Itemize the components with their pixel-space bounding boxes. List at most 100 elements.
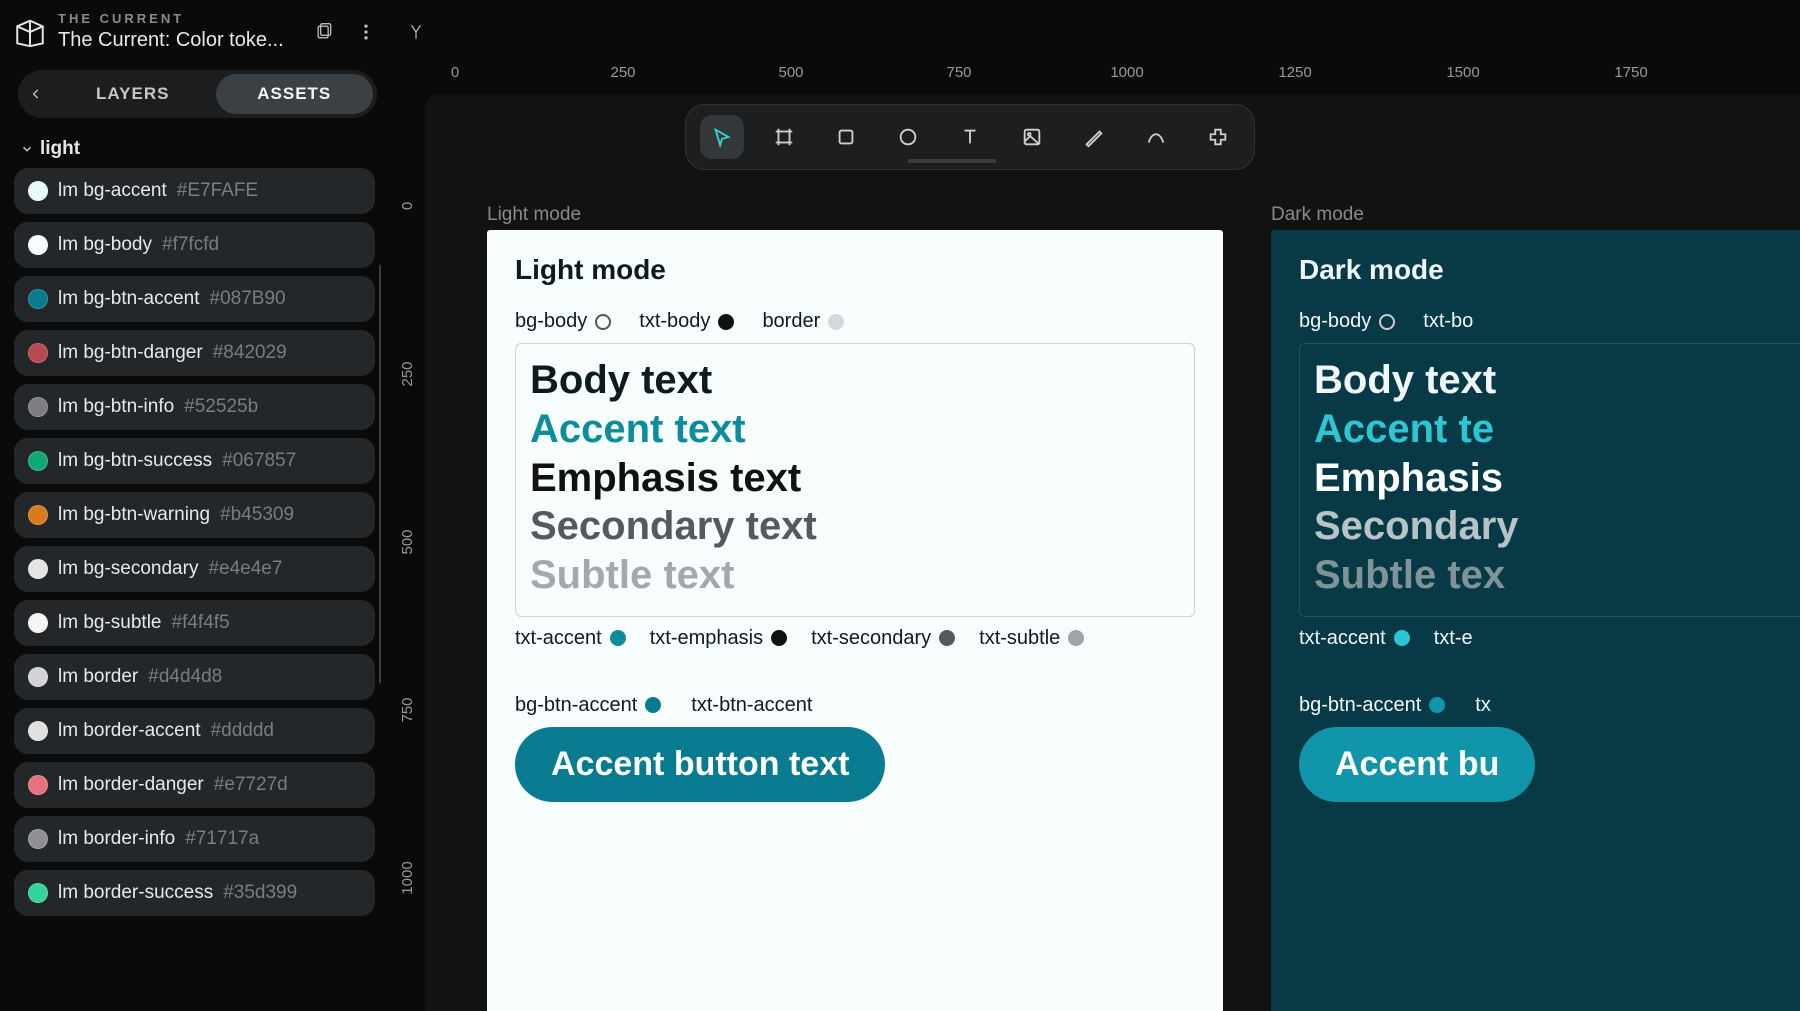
legend-txt-secondary: txt-secondary	[811, 627, 931, 650]
curve-tool[interactable]	[1134, 115, 1178, 159]
text-sample-box: Body text Accent text Emphasis text Seco…	[515, 343, 1195, 617]
swatch-icon	[828, 314, 844, 330]
ellipse-tool[interactable]	[886, 115, 930, 159]
asset-name: lm bg-btn-accent	[58, 288, 200, 310]
color-swatch-icon	[28, 289, 48, 309]
accent-button-sample: Accent button text	[515, 727, 885, 802]
asset-row[interactable]: lm bg-btn-accent#087B90	[14, 276, 375, 322]
ruler-tick: 500	[399, 529, 416, 554]
duplicate-icon[interactable]	[312, 20, 336, 44]
asset-hex: #ddddd	[211, 720, 274, 742]
tab-layers[interactable]: LAYERS	[54, 74, 212, 114]
canvas[interactable]: Light mode Dark mode Light mode bg-body …	[425, 94, 1800, 1011]
asset-row[interactable]: lm bg-secondary#e4e4e7	[14, 546, 375, 592]
swatch-icon	[595, 314, 611, 330]
pen-tool[interactable]	[1072, 115, 1116, 159]
asset-row[interactable]: lm bg-btn-info #52525b	[14, 384, 375, 430]
sample-accent: Accent text	[530, 405, 1180, 454]
asset-hex: #52525b	[184, 396, 258, 418]
asset-name: lm bg-btn-info	[58, 396, 174, 418]
color-swatch-icon	[28, 235, 48, 255]
tabs-back-icon[interactable]	[22, 87, 50, 101]
swatch-icon	[1068, 630, 1084, 646]
ruler-tick: 750	[399, 697, 416, 722]
sample-body: Body text	[530, 356, 1180, 405]
legend-bg-btn-accent: bg-btn-accent	[1299, 694, 1421, 717]
asset-row[interactable]: lm border-accent #ddddd	[14, 708, 375, 754]
ruler-tick: 500	[778, 64, 803, 81]
scrollbar-thumb[interactable]	[379, 264, 381, 684]
asset-hex: #35d399	[223, 882, 297, 904]
ruler-tick: 250	[399, 361, 416, 386]
asset-hex: #f7fcfd	[162, 234, 219, 256]
frame-tool[interactable]	[762, 115, 806, 159]
color-swatch-icon	[28, 667, 48, 687]
asset-row[interactable]: lm bg-accent#E7FAFE	[14, 168, 375, 214]
legend-bottom: txt-accent txt-e	[1299, 627, 1800, 650]
asset-row[interactable]: lm border-danger#e7727d	[14, 762, 375, 808]
artboard-title: Dark mode	[1299, 254, 1800, 286]
asset-row[interactable]: lm bg-btn-warning #b45309	[14, 492, 375, 538]
legend-txt-accent: txt-accent	[1299, 627, 1386, 650]
select-tool[interactable]	[700, 115, 744, 159]
sample-accent: Accent te	[1314, 405, 1800, 454]
asset-name: lm bg-body	[58, 234, 152, 256]
asset-name: lm bg-btn-warning	[58, 504, 210, 526]
org-name: THE CURRENT	[58, 11, 298, 27]
swatch-icon	[1394, 630, 1410, 646]
legend-txt-accent: txt-accent	[515, 627, 602, 650]
asset-row[interactable]: lm border-success#35d399	[14, 870, 375, 916]
ruler-tick: 0	[451, 64, 459, 81]
artboard-dark[interactable]: Dark mode bg-body txt-bo Body text Accen…	[1271, 230, 1800, 1011]
asset-row[interactable]: lm border-info#71717a	[14, 816, 375, 862]
ruler-tick: 750	[946, 64, 971, 81]
asset-row[interactable]: lm border#d4d4d8	[14, 654, 375, 700]
branch-icon[interactable]	[404, 20, 428, 44]
asset-row[interactable]: lm bg-btn-success #067857	[14, 438, 375, 484]
asset-hex: #067857	[222, 450, 296, 472]
sample-emphasis: Emphasis	[1314, 454, 1800, 503]
sample-subtle: Subtle text	[530, 551, 1180, 600]
asset-hex: #71717a	[185, 828, 259, 850]
legend-txt-btn-accent: tx	[1475, 694, 1491, 717]
color-swatch-icon	[28, 721, 48, 741]
asset-hex: #b45309	[220, 504, 294, 526]
sample-secondary: Secondary	[1314, 502, 1800, 551]
chevron-down-icon	[20, 142, 34, 156]
canvas-area: 02505007501000125015001750 0250500750100…	[395, 64, 1800, 1011]
ruler-tick: 1000	[1110, 64, 1143, 81]
asset-group-name: light	[40, 138, 80, 160]
asset-group-header[interactable]: light	[14, 130, 381, 168]
ruler-tick: 1500	[1446, 64, 1479, 81]
plugin-tool[interactable]	[1196, 115, 1240, 159]
tab-assets[interactable]: ASSETS	[216, 74, 374, 114]
accent-button-sample: Accent bu	[1299, 727, 1535, 802]
asset-hex: #e4e4e7	[208, 558, 282, 580]
asset-name: lm border-accent	[58, 720, 201, 742]
legend-border: border	[762, 310, 820, 333]
artboard-light[interactable]: Light mode bg-body txt-body border Body …	[487, 230, 1223, 1011]
asset-hex: #E7FAFE	[177, 180, 258, 202]
asset-list: lm bg-accent#E7FAFElm bg-body#f7fcfdlm b…	[14, 168, 381, 916]
image-tool[interactable]	[1010, 115, 1054, 159]
legend-bg-btn-accent: bg-btn-accent	[515, 694, 637, 717]
more-menu-icon[interactable]	[354, 20, 378, 44]
asset-row[interactable]: lm bg-subtle #f4f4f5	[14, 600, 375, 646]
legend-txt-emphasis: txt-emphasis	[650, 627, 763, 650]
text-sample-box: Body text Accent te Emphasis Secondary S…	[1299, 343, 1800, 617]
frame-label-dark[interactable]: Dark mode	[1271, 204, 1364, 226]
asset-name: lm border	[58, 666, 138, 688]
asset-hex: #f4f4f5	[172, 612, 230, 634]
asset-row[interactable]: lm bg-btn-danger#842029	[14, 330, 375, 376]
legend-top: bg-body txt-body border	[515, 310, 1195, 333]
rectangle-tool[interactable]	[824, 115, 868, 159]
asset-name: lm bg-subtle	[58, 612, 162, 634]
color-swatch-icon	[28, 451, 48, 471]
color-swatch-icon	[28, 343, 48, 363]
color-swatch-icon	[28, 181, 48, 201]
frame-label-light[interactable]: Light mode	[487, 204, 581, 226]
legend-txt-btn-accent: txt-btn-accent	[691, 694, 812, 717]
text-tool[interactable]	[948, 115, 992, 159]
asset-row[interactable]: lm bg-body #f7fcfd	[14, 222, 375, 268]
asset-name: lm bg-btn-success	[58, 450, 212, 472]
